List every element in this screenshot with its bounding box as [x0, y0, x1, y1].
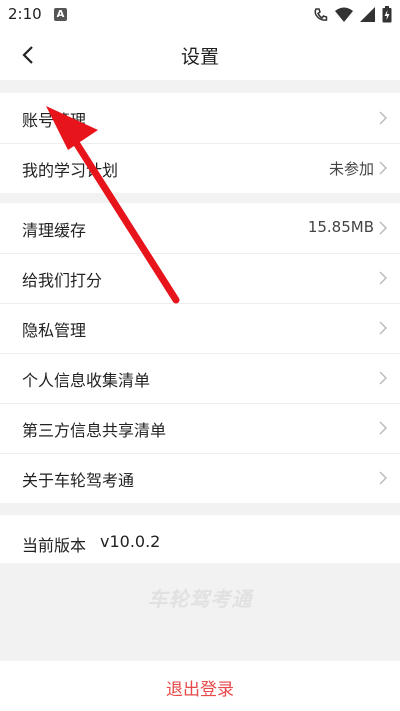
personal-info-list-label: 个人信息收集清单 [22, 371, 151, 390]
header-bar: 设置 [0, 30, 400, 80]
chevron-right-icon [379, 161, 388, 175]
cache-size-value: 15.85MB [307, 218, 374, 236]
third-party-sharing-label: 第三方信息共享清单 [22, 421, 167, 440]
clear-cache-label: 清理缓存 [22, 221, 87, 240]
privacy-management-label: 隐私管理 [22, 321, 87, 340]
chevron-right-icon [379, 321, 388, 335]
version-row: 当前版本 v10.0.2 [0, 515, 400, 563]
logout-button[interactable]: 退出登录 [0, 675, 400, 700]
general-settings-group: 清理缓存 15.85MB 给我们打分 隐私管理 个人信息收集清单 第三方信息共享… [0, 203, 400, 503]
status-bar: 2:10 A [0, 0, 400, 30]
chevron-right-icon [379, 111, 388, 125]
version-label: 当前版本 [22, 536, 87, 555]
status-icons [313, 6, 392, 23]
signal-icon [360, 7, 375, 22]
status-time: 2:10 [8, 5, 42, 23]
rate-us-label: 给我们打分 [22, 271, 103, 290]
study-plan-value: 未参加 [328, 160, 374, 178]
about-app-row[interactable]: 关于车轮驾考通 [0, 453, 400, 503]
account-settings-group: 账号管理 我的学习计划 未参加 [0, 93, 400, 193]
third-party-sharing-row[interactable]: 第三方信息共享清单 [0, 403, 400, 453]
clear-cache-row[interactable]: 清理缓存 15.85MB [0, 203, 400, 253]
notification-a-icon: A [54, 8, 67, 21]
chevron-right-icon [379, 471, 388, 485]
call-icon [314, 7, 328, 21]
chevron-right-icon [379, 421, 388, 435]
account-management-label: 账号管理 [22, 111, 87, 130]
study-plan-label: 我的学习计划 [22, 161, 119, 180]
battery-icon [382, 6, 392, 23]
version-value: v10.0.2 [100, 532, 161, 551]
logout-bar: 退出登录 [0, 661, 400, 711]
personal-info-list-row[interactable]: 个人信息收集清单 [0, 353, 400, 403]
app-logo-watermark: 车轮驾考通 [147, 587, 253, 611]
page-title: 设置 [180, 46, 219, 68]
chevron-right-icon [379, 371, 388, 385]
chevron-right-icon [379, 221, 388, 235]
rate-us-row[interactable]: 给我们打分 [0, 253, 400, 303]
study-plan-row[interactable]: 我的学习计划 未参加 [0, 143, 400, 193]
account-management-row[interactable]: 账号管理 [0, 93, 400, 143]
chevron-right-icon [379, 271, 388, 285]
about-app-label: 关于车轮驾考通 [22, 471, 135, 490]
privacy-management-row[interactable]: 隐私管理 [0, 303, 400, 353]
wifi-icon [335, 7, 353, 22]
